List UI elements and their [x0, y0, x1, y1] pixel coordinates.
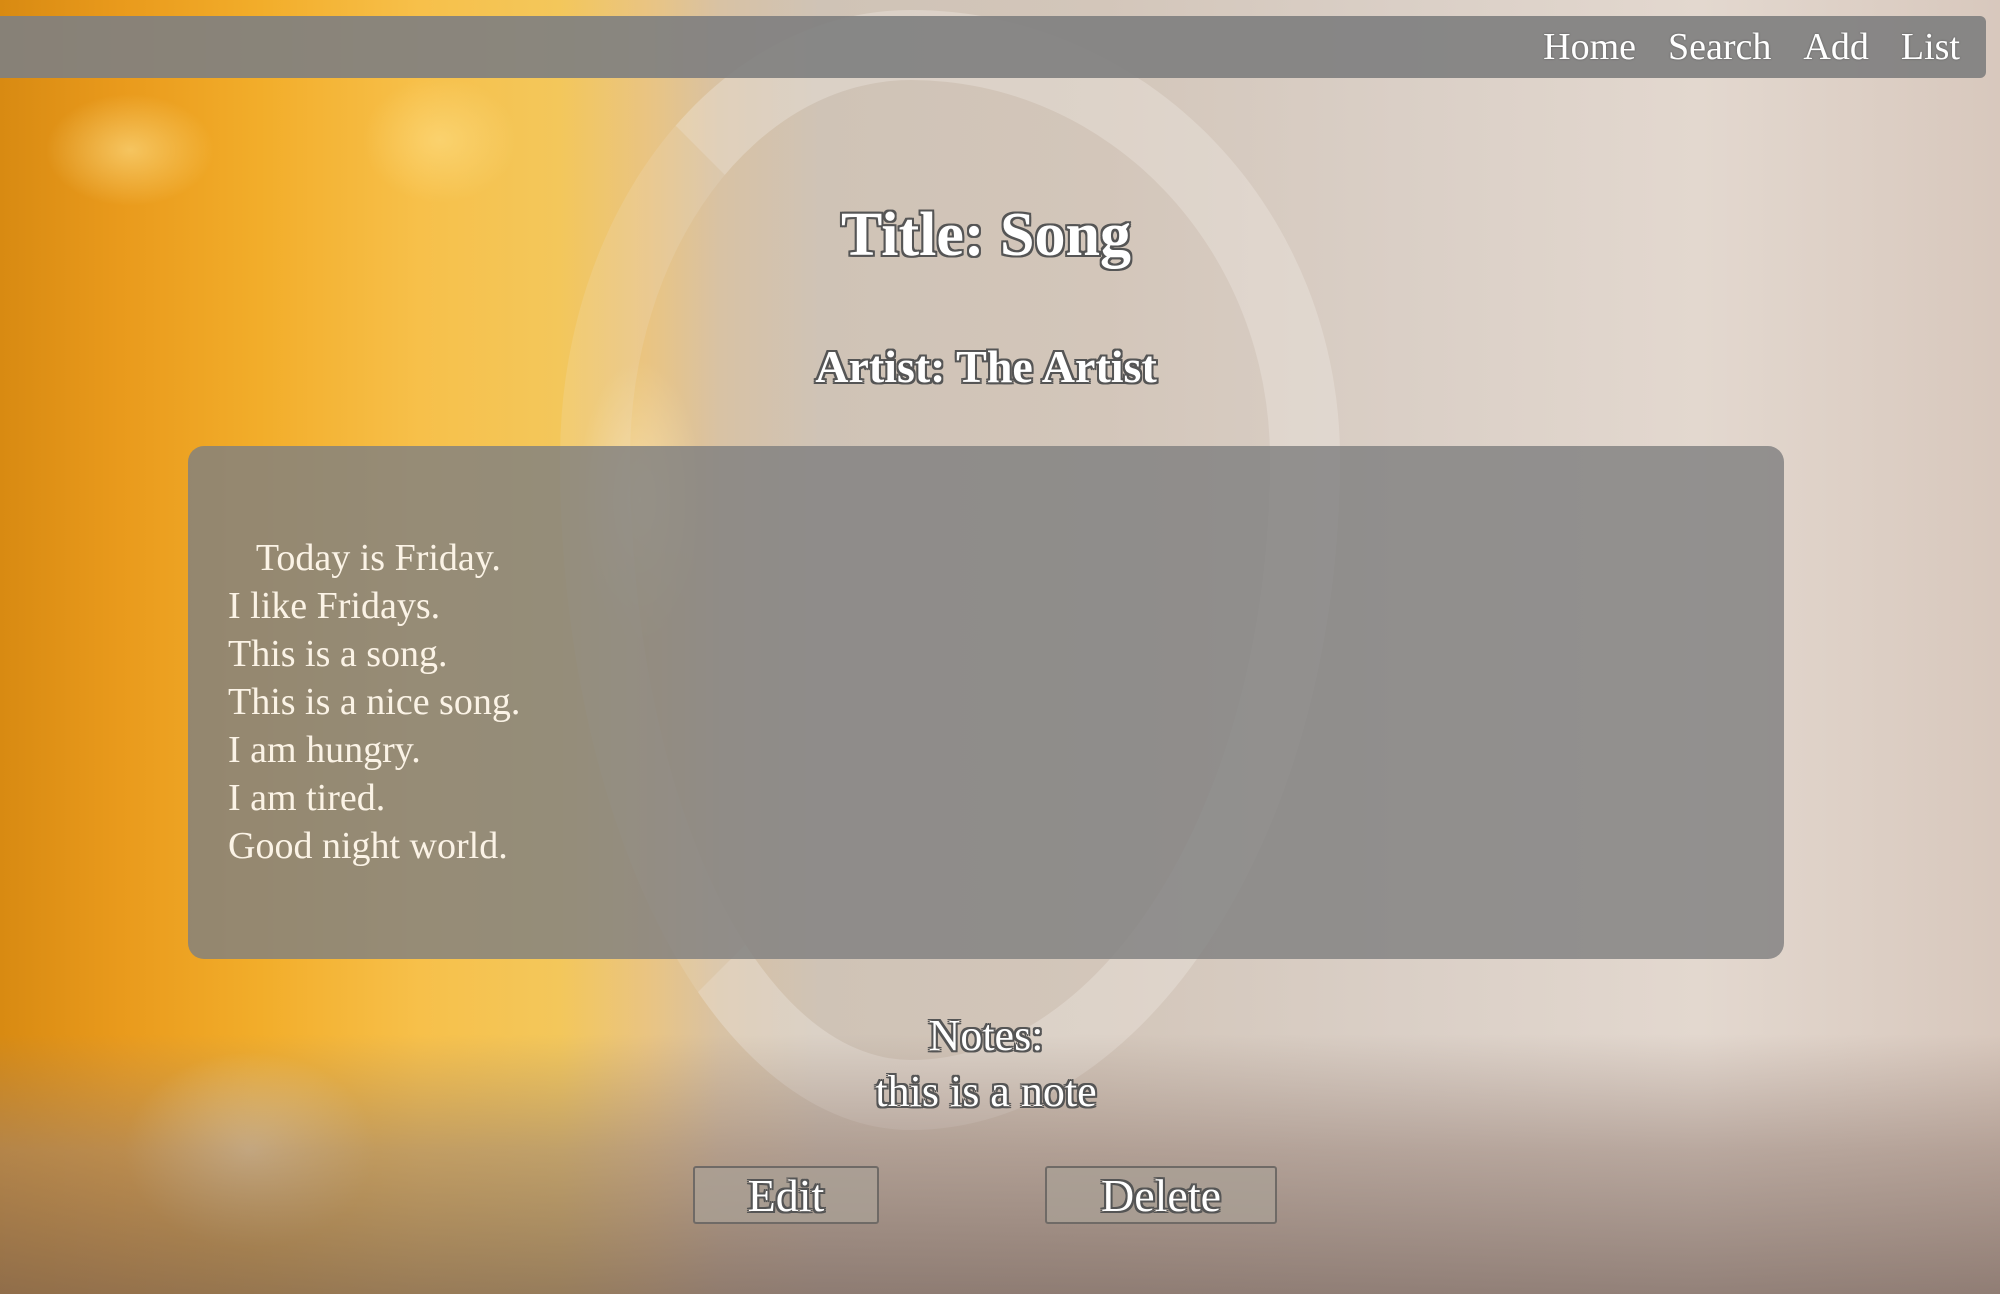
lyrics-text: Today is Friday. I like Fridays. This is… [228, 537, 521, 867]
notes-label: Notes: [928, 1011, 1044, 1060]
song-title: Title: Song [841, 201, 1131, 269]
notes-value: this is a note [875, 1067, 1097, 1116]
lyrics-panel: Today is Friday. I like Fridays. This is… [188, 446, 1784, 959]
nav-add-link[interactable]: Add [1803, 25, 1868, 69]
edit-button[interactable]: Edit [693, 1166, 879, 1224]
delete-button[interactable]: Delete [1045, 1166, 1277, 1224]
top-navbar: Home Search Add List [0, 16, 1986, 78]
song-artist: Artist: The Artist [815, 341, 1157, 392]
nav-home-link[interactable]: Home [1543, 25, 1636, 69]
notes-section: Notes: this is a note [0, 1008, 1972, 1120]
nav-search-link[interactable]: Search [1668, 25, 1771, 69]
nav-list-link[interactable]: List [1901, 25, 1960, 69]
